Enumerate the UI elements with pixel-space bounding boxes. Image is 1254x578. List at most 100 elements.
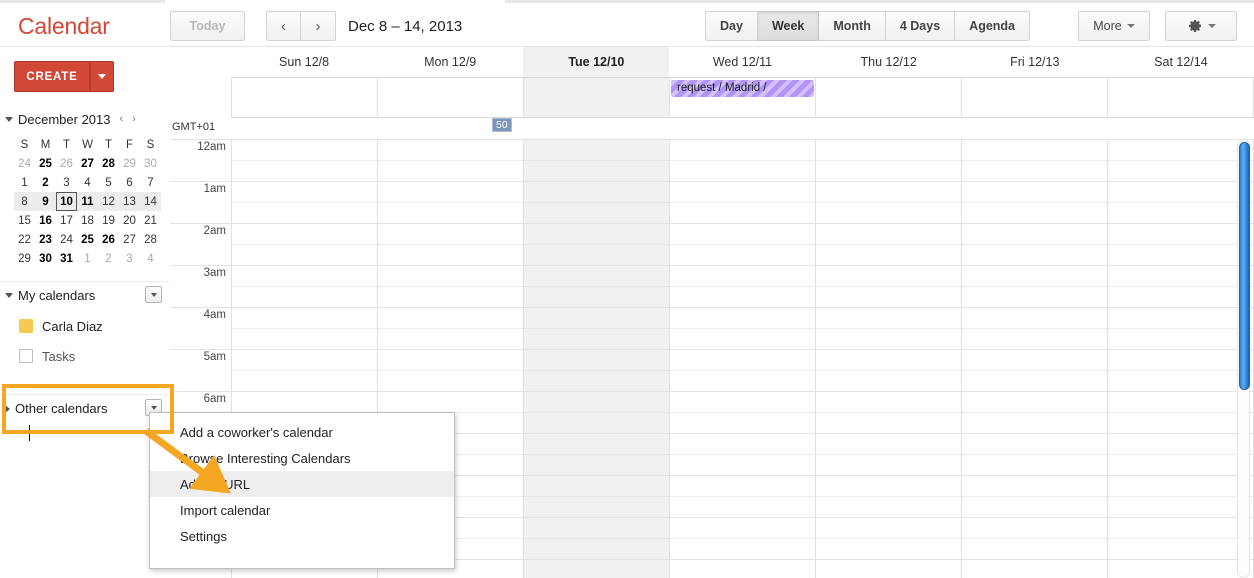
mini-calendar-day[interactable]: 27 (119, 230, 140, 249)
mini-calendar-day[interactable]: 25 (35, 154, 56, 173)
my-calendars-header[interactable]: My calendars (0, 281, 170, 309)
tab-4days[interactable]: 4 Days (885, 11, 956, 41)
half-hour-gridline (962, 496, 1107, 497)
day-column-tue[interactable] (523, 139, 669, 578)
mini-calendar-day[interactable]: 29 (14, 249, 35, 268)
day-header-wed[interactable]: Wed 12/11 (669, 47, 815, 77)
mini-calendar-day[interactable]: 19 (98, 211, 119, 230)
tab-week[interactable]: Week (757, 11, 820, 41)
mini-calendar-day[interactable]: 9 (35, 192, 56, 211)
tab-day[interactable]: Day (705, 11, 758, 41)
mini-calendar-day[interactable]: 2 (98, 249, 119, 268)
mini-calendar-day[interactable]: 3 (56, 173, 77, 192)
more-button[interactable]: More (1078, 11, 1150, 41)
all-day-cell-fri[interactable] (961, 77, 1107, 118)
calendar-checkbox[interactable] (19, 349, 33, 363)
mini-calendar-day[interactable]: 15 (14, 211, 35, 230)
day-column-wed[interactable] (669, 139, 815, 578)
menu-item-add-coworker-calendar[interactable]: Add a coworker's calendar (150, 419, 454, 445)
all-day-cell-mon[interactable] (377, 77, 523, 118)
mini-calendar-day[interactable]: 6 (119, 173, 140, 192)
mini-calendar-day[interactable]: 4 (140, 249, 161, 268)
mini-calendar-day[interactable]: 12 (98, 192, 119, 211)
mini-calendar-day[interactable]: 28 (98, 154, 119, 173)
my-calendars-dropdown-button[interactable] (145, 286, 162, 303)
mini-calendar-day[interactable]: 4 (77, 173, 98, 192)
mini-calendar-day-today[interactable]: 10 (56, 192, 77, 211)
mini-calendar-day[interactable]: 24 (56, 230, 77, 249)
mini-calendar-day[interactable]: 30 (140, 154, 161, 173)
day-header-tue[interactable]: Tue 12/10 (523, 47, 670, 77)
create-button[interactable]: CREATE (14, 61, 90, 92)
scrollbar-thumb[interactable] (1239, 142, 1250, 390)
day-header-sat[interactable]: Sat 12/14 (1108, 47, 1254, 77)
menu-item-add-by-url[interactable]: Add by URL (150, 471, 454, 497)
mini-calendar-day[interactable]: 26 (56, 154, 77, 173)
hour-gridline (816, 265, 961, 266)
other-calendars-header[interactable]: Other calendars (0, 394, 170, 422)
mini-calendar-day[interactable]: 1 (77, 249, 98, 268)
mini-calendar-day[interactable]: 2 (35, 173, 56, 192)
day-column-thu[interactable] (815, 139, 961, 578)
mini-calendar-day[interactable]: 18 (77, 211, 98, 230)
all-day-cell-sun[interactable] (231, 77, 377, 118)
expand-triangle-icon[interactable] (5, 404, 10, 413)
mini-prev-month-icon[interactable]: ‹ (120, 113, 124, 125)
day-header-thu[interactable]: Thu 12/12 (816, 47, 962, 77)
day-column-sat[interactable] (1107, 139, 1254, 578)
mini-calendar-day[interactable]: 30 (35, 249, 56, 268)
mini-calendar-day[interactable]: 11 (77, 192, 98, 211)
calendar-item-tasks[interactable]: Tasks (0, 341, 170, 371)
hour-label: 12am (197, 141, 226, 153)
event-chip[interactable]: request / Madrid / (671, 80, 814, 97)
day-column-fri[interactable] (961, 139, 1107, 578)
mini-calendar-day[interactable]: 24 (14, 154, 35, 173)
tab-agenda[interactable]: Agenda (955, 11, 1031, 41)
day-header-mon[interactable]: Mon 12/9 (377, 47, 523, 77)
mini-calendar-day[interactable]: 5 (98, 173, 119, 192)
top-toolbar: Calendar Today ‹ › Dec 8 – 14, 2013 Day … (0, 0, 1254, 47)
menu-item-import-calendar[interactable]: Import calendar (150, 497, 454, 523)
all-day-cell-thu[interactable] (815, 77, 961, 118)
hour-gridline (670, 307, 815, 308)
all-day-cell-wed[interactable]: request / Madrid / (669, 77, 815, 118)
calendar-color-swatch[interactable] (19, 319, 33, 333)
all-day-cell-tue[interactable] (523, 77, 669, 118)
day-header-fri[interactable]: Fri 12/13 (962, 47, 1108, 77)
collapse-triangle-icon[interactable] (5, 116, 13, 122)
all-day-cell-sat[interactable] (1107, 77, 1254, 118)
mini-calendar-day[interactable]: 27 (77, 154, 98, 173)
mini-calendar-day[interactable]: 3 (119, 249, 140, 268)
tab-month[interactable]: Month (819, 11, 886, 41)
menu-item-settings[interactable]: Settings (150, 523, 454, 549)
app-logo[interactable]: Calendar (18, 13, 110, 40)
collapse-triangle-icon[interactable] (5, 293, 13, 298)
chevron-left-icon[interactable]: ‹ (266, 11, 301, 41)
hour-gridline (962, 517, 1107, 518)
mini-calendar-day[interactable]: 22 (14, 230, 35, 249)
mini-calendar-day[interactable]: 14 (140, 192, 161, 211)
mini-calendar-day[interactable]: 31 (56, 249, 77, 268)
mini-calendar-day[interactable]: 26 (98, 230, 119, 249)
mini-calendar-day[interactable]: 7 (140, 173, 161, 192)
create-dropdown-button[interactable] (90, 61, 114, 92)
settings-button[interactable] (1165, 11, 1237, 41)
menu-item-browse-interesting-calendars[interactable]: Browse Interesting Calendars (150, 445, 454, 471)
mini-calendar-day[interactable]: 28 (140, 230, 161, 249)
day-header-sun[interactable]: Sun 12/8 (231, 47, 377, 77)
mini-calendar-day[interactable]: 25 (77, 230, 98, 249)
vertical-scrollbar[interactable] (1237, 139, 1250, 578)
mini-calendar-day[interactable]: 21 (140, 211, 161, 230)
mini-calendar-day[interactable]: 17 (56, 211, 77, 230)
today-button[interactable]: Today (170, 11, 245, 41)
mini-calendar-day[interactable]: 1 (14, 173, 35, 192)
mini-calendar-day[interactable]: 16 (35, 211, 56, 230)
mini-calendar-day[interactable]: 23 (35, 230, 56, 249)
chevron-right-icon[interactable]: › (301, 11, 336, 41)
mini-calendar-day[interactable]: 13 (119, 192, 140, 211)
calendar-item-carla-diaz[interactable]: Carla Diaz (0, 311, 170, 341)
mini-calendar-day[interactable]: 29 (119, 154, 140, 173)
mini-calendar-day[interactable]: 20 (119, 211, 140, 230)
mini-next-month-icon[interactable]: › (132, 113, 136, 125)
mini-calendar-day[interactable]: 8 (14, 192, 35, 211)
